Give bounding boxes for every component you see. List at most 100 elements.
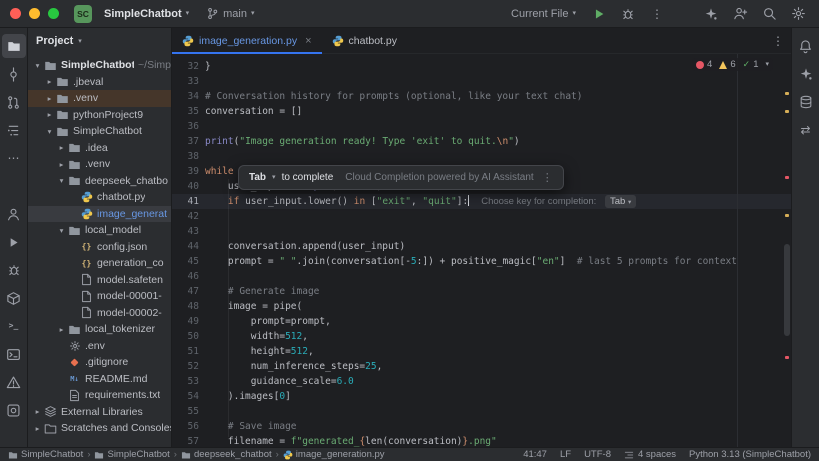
tree-item-model-00001[interactable]: model-00001-: [28, 288, 171, 305]
tree-item-requirements-txt[interactable]: requirements.txt: [28, 387, 171, 404]
breadcrumb-item-simplechatbot[interactable]: SimpleChatbot: [8, 449, 83, 460]
breadcrumb-item-image-generation-py[interactable]: image_generation.py: [283, 449, 385, 460]
more-toolwindows-button[interactable]: ⋯: [2, 146, 26, 170]
code-line-49[interactable]: 49 prompt=prompt,: [172, 314, 791, 329]
code-line-36[interactable]: 36: [172, 119, 791, 134]
python-console-toolwindow-button[interactable]: >_: [2, 314, 26, 338]
project-toolwindow-button[interactable]: [2, 34, 26, 58]
run-configuration-selector[interactable]: Current File ▾: [506, 5, 581, 23]
breadcrumb-item-simplechatbot[interactable]: SimpleChatbot: [94, 449, 169, 460]
endpoints-toolwindow-button[interactable]: ⇄: [794, 118, 818, 142]
code-line-41[interactable]: 41 if user_input.lower() in ["exit", "qu…: [172, 194, 791, 209]
chevron-right-icon[interactable]: ▸: [56, 325, 67, 334]
commit-toolwindow-button[interactable]: [2, 62, 26, 86]
project-panel-header[interactable]: Project ▾: [28, 28, 171, 54]
tree-item-venv[interactable]: ▸.venv: [28, 90, 171, 107]
problems-toolwindow-button[interactable]: [2, 370, 26, 394]
tree-item-gitignore[interactable]: .gitignore: [28, 354, 171, 371]
code-line-54[interactable]: 54 ).images[0]: [172, 389, 791, 404]
ai-assistant-toolwindow-button[interactable]: [794, 62, 818, 86]
chevron-right-icon[interactable]: ▸: [32, 424, 43, 433]
tree-item-local-model[interactable]: ▾local_model: [28, 222, 171, 239]
breadcrumb-item-deepseek-chatbot[interactable]: deepseek_chatbot: [181, 449, 272, 460]
file-encoding[interactable]: UTF-8: [584, 449, 611, 460]
chevron-right-icon[interactable]: ▸: [44, 77, 55, 86]
popup-menu-icon[interactable]: ⋮: [542, 171, 553, 184]
code-line-43[interactable]: 43: [172, 224, 791, 239]
code-area[interactable]: 32}3334# Conversation history for prompt…: [172, 54, 791, 447]
code-line-33[interactable]: 33: [172, 74, 791, 89]
chevron-right-icon[interactable]: ▸: [56, 160, 67, 169]
python-packages-toolwindow-button[interactable]: [2, 286, 26, 310]
services-toolwindow-button[interactable]: [2, 398, 26, 422]
structure-toolwindow-button[interactable]: [2, 118, 26, 142]
editor-tabs-menu-button[interactable]: ⋮: [765, 28, 791, 53]
code-line-42[interactable]: 42: [172, 209, 791, 224]
tree-item-generation-co[interactable]: {}generation_co: [28, 255, 171, 272]
branch-selector[interactable]: main ▾: [201, 4, 259, 23]
tree-item-image-generat[interactable]: image_generat: [28, 206, 171, 223]
ai-assistant-button[interactable]: [700, 3, 722, 25]
editor-scrollbar[interactable]: [784, 244, 790, 336]
terminal-toolwindow-button[interactable]: [2, 342, 26, 366]
tree-item-venv[interactable]: ▸.venv: [28, 156, 171, 173]
account-button[interactable]: [2, 202, 26, 226]
line-separator[interactable]: LF: [560, 449, 571, 460]
code-line-50[interactable]: 50 width=512,: [172, 329, 791, 344]
code-line-53[interactable]: 53 guidance_scale=6.0: [172, 374, 791, 389]
code-line-52[interactable]: 52 num_inference_steps=25,: [172, 359, 791, 374]
project-selector[interactable]: SimpleChatbot ▾: [99, 5, 194, 23]
fullscreen-window-button[interactable]: [48, 8, 59, 19]
tab-image-generation-py[interactable]: image_generation.py×: [172, 28, 322, 53]
tree-item-readme-md[interactable]: M↓README.md: [28, 371, 171, 388]
tree-item-model-00002[interactable]: model-00002-: [28, 305, 171, 322]
code-line-37[interactable]: 37print("Image generation ready! Type 'e…: [172, 134, 791, 149]
inspections-widget[interactable]: 4 6 ✓ 1 ▾: [692, 58, 773, 71]
search-everywhere-button[interactable]: [758, 3, 780, 25]
code-line-56[interactable]: 56 # Save image: [172, 419, 791, 434]
code-line-44[interactable]: 44 conversation.append(user_input): [172, 239, 791, 254]
chevron-right-icon[interactable]: ▸: [32, 407, 43, 416]
chevron-down-icon[interactable]: ▾: [56, 176, 67, 185]
chevron-right-icon[interactable]: ▸: [44, 110, 55, 119]
code-line-48[interactable]: 48 image = pipe(: [172, 299, 791, 314]
run-toolwindow-button[interactable]: [2, 230, 26, 254]
tree-item-simplechatbot[interactable]: ▾SimpleChatbot: [28, 123, 171, 140]
code-line-38[interactable]: 38: [172, 149, 791, 164]
tree-item-idea[interactable]: ▸.idea: [28, 140, 171, 157]
code-line-51[interactable]: 51 height=512,: [172, 344, 791, 359]
chevron-right-icon[interactable]: ▸: [44, 94, 55, 103]
tree-item-local-tokenizer[interactable]: ▸local_tokenizer: [28, 321, 171, 338]
tree-item-jbeval[interactable]: ▸.jbeval: [28, 74, 171, 91]
tab-chatbot-py[interactable]: chatbot.py: [322, 28, 407, 53]
chevron-down-icon[interactable]: ▾: [32, 61, 43, 70]
code-line-47[interactable]: 47 # Generate image: [172, 284, 791, 299]
tree-item-chatbot-py[interactable]: chatbot.py: [28, 189, 171, 206]
code-line-34[interactable]: 34# Conversation history for prompts (op…: [172, 89, 791, 104]
code-line-55[interactable]: 55: [172, 404, 791, 419]
tree-item-config-json[interactable]: {}config.json: [28, 239, 171, 256]
code-line-46[interactable]: 46: [172, 269, 791, 284]
close-window-button[interactable]: [10, 8, 21, 19]
run-button[interactable]: [588, 3, 610, 25]
python-interpreter[interactable]: Python 3.13 (SimpleChatbot): [689, 449, 811, 460]
code-with-me-button[interactable]: [729, 3, 751, 25]
code-line-57[interactable]: 57 filename = f"generated_{len(conversat…: [172, 434, 791, 447]
minimize-window-button[interactable]: [29, 8, 40, 19]
code-line-35[interactable]: 35conversation = []: [172, 104, 791, 119]
notifications-button[interactable]: [794, 34, 818, 58]
tree-item-model-safeten[interactable]: model.safeten: [28, 272, 171, 289]
caret-position[interactable]: 41:47: [523, 449, 547, 460]
chevron-down-icon[interactable]: ▾: [44, 127, 55, 136]
debug-toolwindow-button[interactable]: [2, 258, 26, 282]
pull-requests-toolwindow-button[interactable]: [2, 90, 26, 114]
tree-item-deepseek-chatbo[interactable]: ▾deepseek_chatbo: [28, 173, 171, 190]
tree-item-pythonproject9[interactable]: ▸pythonProject9: [28, 107, 171, 124]
settings-button[interactable]: [787, 3, 809, 25]
tree-item-env[interactable]: .env: [28, 338, 171, 355]
more-run-actions-button[interactable]: ⋮: [646, 3, 668, 25]
tree-item-scratches-and-consoles[interactable]: ▸Scratches and Consoles: [28, 420, 171, 437]
indent-style[interactable]: 4 spaces: [624, 449, 676, 460]
completion-key-selector[interactable]: Tab ▾: [605, 195, 636, 208]
chevron-right-icon[interactable]: ▸: [56, 143, 67, 152]
